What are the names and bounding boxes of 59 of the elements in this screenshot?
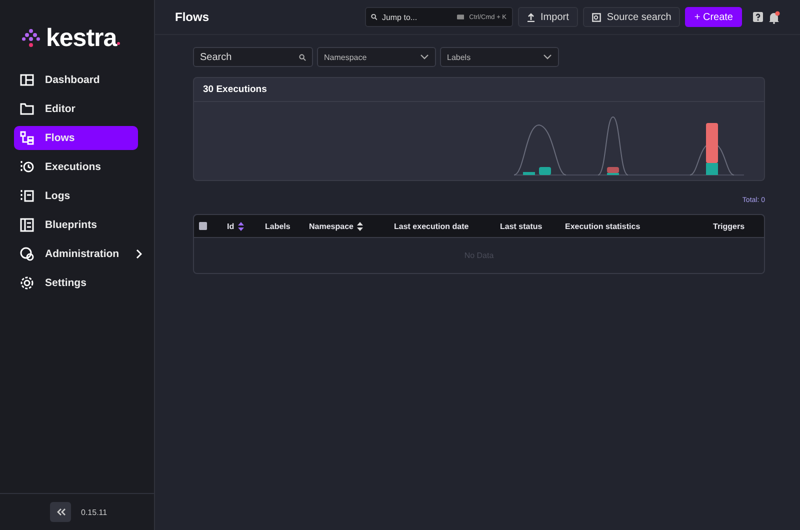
logo-dot-icon — [116, 42, 120, 45]
menu-item-icon — [20, 276, 34, 290]
sidebar-item[interactable]: Logs — [14, 184, 138, 208]
filter-dropdown[interactable]: Namespace — [317, 47, 436, 67]
menu-item-icon — [20, 102, 34, 116]
filter-dropdown[interactable]: Labels — [440, 47, 559, 67]
sort-icon — [238, 222, 244, 230]
page-title: Flows — [175, 10, 210, 24]
menu-item-icon — [20, 131, 34, 145]
create-button[interactable]: + Create — [685, 7, 742, 27]
notification-bell-icon[interactable] — [768, 10, 780, 24]
logo-text: kestra — [46, 24, 117, 52]
import-button[interactable]: Import — [518, 7, 578, 27]
double-chevron-left-icon — [56, 508, 66, 516]
column-header: Execution statistics — [565, 222, 642, 230]
duration-curve — [598, 116, 628, 176]
success-bar — [539, 167, 551, 175]
column-header: Triggers — [713, 222, 745, 230]
menu-item-icon — [20, 160, 34, 174]
menu-item-icon — [20, 247, 34, 261]
keyboard-icon — [456, 14, 464, 20]
success-bar — [523, 172, 535, 175]
column-header: Last execution date — [394, 222, 470, 230]
search-field[interactable]: Search — [193, 47, 313, 67]
jump-to-input[interactable]: Jump to... — [382, 12, 452, 22]
sidebar-item[interactable]: Flows — [14, 126, 138, 150]
column-header[interactable]: Namespace — [309, 222, 394, 230]
menu-item-icon — [20, 218, 34, 232]
select-all-checkbox[interactable] — [199, 222, 207, 230]
search-input[interactable]: Search — [200, 52, 280, 62]
duration-curve — [514, 124, 566, 176]
document-search-icon — [592, 12, 601, 22]
sidebar-item[interactable]: Dashboard — [14, 68, 138, 92]
sidebar-item[interactable]: Settings — [14, 271, 138, 295]
version-text: 0.15.11 — [81, 508, 108, 516]
failed-bar — [607, 167, 619, 173]
source-search-button[interactable]: Source search — [582, 7, 680, 27]
sidebar-item[interactable]: Editor — [14, 97, 138, 121]
card-title: 30 Executions — [203, 84, 267, 95]
sort-icon — [357, 222, 364, 230]
menu-item-icon — [20, 189, 34, 203]
column-header: Last status — [500, 222, 544, 230]
chevron-down-icon — [543, 54, 552, 60]
upload-icon — [526, 12, 535, 22]
search-icon — [370, 13, 377, 21]
chevron-down-icon — [420, 54, 429, 60]
failed-bar — [706, 123, 718, 163]
sidebar-item[interactable]: Blueprints — [14, 213, 138, 237]
help-icon[interactable] — [753, 12, 763, 22]
menu-item-icon — [20, 73, 34, 87]
logo-icon — [22, 28, 40, 48]
column-header[interactable]: Id — [227, 222, 265, 230]
sidebar-item[interactable]: Administration — [14, 242, 138, 266]
sidebar-item[interactable]: Executions — [14, 155, 138, 179]
column-header: Labels — [265, 222, 292, 230]
chevron-right-icon — [136, 249, 142, 259]
collapse-button[interactable] — [50, 502, 71, 522]
search-icon — [299, 54, 306, 60]
success-bar — [706, 163, 718, 175]
